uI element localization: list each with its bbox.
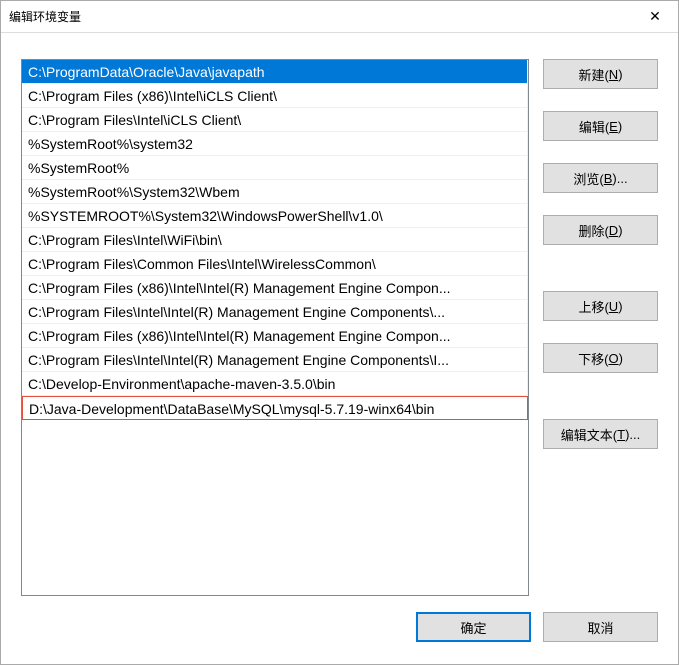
- cancel-button[interactable]: 取消: [543, 612, 658, 642]
- list-item[interactable]: C:\Program Files\Common Files\Intel\Wire…: [22, 252, 528, 276]
- list-item[interactable]: C:\Program Files\Intel\Intel(R) Manageme…: [22, 348, 528, 372]
- list-item[interactable]: %SystemRoot%: [22, 156, 528, 180]
- close-button[interactable]: ✕: [632, 1, 678, 33]
- window-title: 编辑环境变量: [9, 8, 632, 25]
- new-button[interactable]: 新建(N): [543, 59, 658, 89]
- list-item[interactable]: D:\Java-Development\DataBase\MySQL\mysql…: [22, 396, 528, 420]
- edittext-button[interactable]: 编辑文本(T)...: [543, 419, 658, 449]
- side-buttons: 新建(N) 编辑(E) 浏览(B)... 删除(D) 上移(U) 下移(O): [543, 59, 658, 596]
- list-item[interactable]: C:\Develop-Environment\apache-maven-3.5.…: [22, 372, 528, 396]
- edit-button[interactable]: 编辑(E): [543, 111, 658, 141]
- list-item[interactable]: C:\Program Files\Intel\Intel(R) Manageme…: [22, 300, 528, 324]
- list-item[interactable]: %SYSTEMROOT%\System32\WindowsPowerShell\…: [22, 204, 528, 228]
- list-item[interactable]: C:\Program Files (x86)\Intel\iCLS Client…: [22, 84, 528, 108]
- ok-button[interactable]: 确定: [416, 612, 531, 642]
- content-area: C:\ProgramData\Oracle\Java\javapathC:\Pr…: [1, 33, 678, 606]
- path-listbox[interactable]: C:\ProgramData\Oracle\Java\javapathC:\Pr…: [21, 59, 529, 596]
- list-item[interactable]: C:\Program Files (x86)\Intel\Intel(R) Ma…: [22, 276, 528, 300]
- list-item[interactable]: C:\Program Files (x86)\Intel\Intel(R) Ma…: [22, 324, 528, 348]
- dialog-window: 编辑环境变量 ✕ C:\ProgramData\Oracle\Java\java…: [0, 0, 679, 665]
- close-icon: ✕: [649, 8, 661, 25]
- list-item[interactable]: %SystemRoot%\system32: [22, 132, 528, 156]
- delete-button[interactable]: 删除(D): [543, 215, 658, 245]
- movedown-button[interactable]: 下移(O): [543, 343, 658, 373]
- footer: 确定 取消: [1, 606, 678, 664]
- moveup-button[interactable]: 上移(U): [543, 291, 658, 321]
- list-item[interactable]: C:\ProgramData\Oracle\Java\javapath: [22, 60, 528, 84]
- list-item[interactable]: C:\Program Files\Intel\iCLS Client\: [22, 108, 528, 132]
- titlebar: 编辑环境变量 ✕: [1, 1, 678, 33]
- browse-button[interactable]: 浏览(B)...: [543, 163, 658, 193]
- list-item[interactable]: %SystemRoot%\System32\Wbem: [22, 180, 528, 204]
- list-item[interactable]: C:\Program Files\Intel\WiFi\bin\: [22, 228, 528, 252]
